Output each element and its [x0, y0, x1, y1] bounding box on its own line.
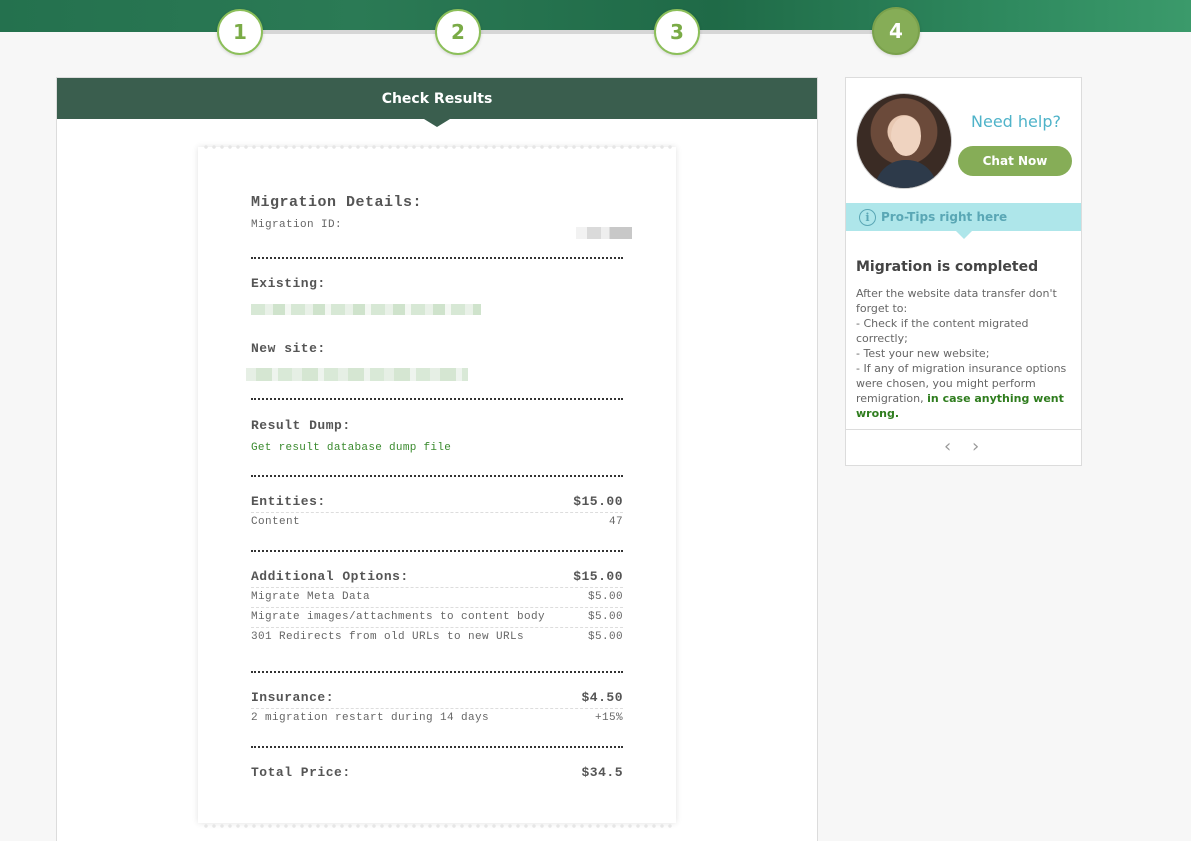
panel-title: Check Results: [381, 90, 493, 107]
top-banner: [0, 0, 1191, 32]
additional-options-header: Additional Options: $15.00: [251, 569, 623, 588]
entities-header: Entities: $15.00: [251, 494, 623, 513]
option-name: Migrate Meta Data: [251, 591, 371, 603]
divider: [251, 398, 623, 400]
step-4-active[interactable]: 4: [872, 7, 920, 55]
info-icon: i: [859, 208, 876, 226]
insurance-label: Insurance:: [251, 690, 335, 705]
divider: [251, 671, 623, 673]
insurance-name: 2 migration restart during 14 days: [251, 712, 490, 724]
insurance-total: $4.50: [581, 690, 623, 705]
additional-options-total: $15.00: [573, 569, 623, 584]
chat-now-button[interactable]: Chat Now: [958, 146, 1072, 176]
divider: [251, 475, 623, 477]
check-results-panel: Check Results Migration Details: Migrati…: [56, 77, 818, 841]
receipt: Migration Details: Migration ID: Existin…: [198, 144, 676, 829]
tips-nav-divider: [846, 429, 1081, 430]
entities-total: $15.00: [573, 494, 623, 509]
tip-line: - Test your new website;: [856, 347, 990, 360]
divider: [251, 550, 623, 552]
tip-line: After the website data transfer don't fo…: [856, 287, 1057, 315]
help-panel: Need help? Chat Now i Pro-Tips right her…: [845, 77, 1082, 466]
entity-name: Content: [251, 516, 301, 528]
chevron-left-icon[interactable]: ‹: [944, 436, 951, 457]
step-2[interactable]: 2: [435, 9, 481, 55]
pro-tips-bar: i Pro-Tips right here: [846, 203, 1081, 239]
entity-row: Content 47: [251, 513, 623, 532]
divider: [251, 257, 623, 259]
support-avatar: [856, 93, 952, 189]
entities-label: Entities:: [251, 494, 326, 509]
option-row: Migrate Meta Data $5.00: [251, 588, 623, 608]
pro-tips-label: Pro-Tips right here: [881, 210, 1008, 224]
insurance-row: 2 migration restart during 14 days +15%: [251, 709, 623, 728]
chevron-right-icon[interactable]: ›: [972, 436, 979, 457]
tip-title: Migration is completed: [856, 259, 1039, 275]
tip-line: - If any of migration insurance options …: [856, 361, 1071, 421]
option-name: Migrate images/attachments to content bo…: [251, 611, 546, 623]
insurance-value: +15%: [594, 712, 623, 724]
need-help-text: Need help?: [971, 112, 1061, 131]
panel-header: Check Results: [57, 78, 817, 127]
tip-line: - Check if the content migrated correctl…: [856, 317, 1029, 345]
option-value: $5.00: [587, 611, 623, 623]
existing-url-redacted: [251, 304, 481, 315]
total-price-label: Total Price:: [251, 765, 351, 780]
step-3[interactable]: 3: [654, 9, 700, 55]
divider: [251, 746, 623, 748]
total-price-row: Total Price: $34.5: [251, 765, 623, 780]
migration-id-redacted: [576, 227, 632, 239]
new-site-label: New site:: [251, 341, 326, 356]
existing-label: Existing:: [251, 276, 326, 291]
option-row: Migrate images/attachments to content bo…: [251, 608, 623, 628]
total-price-value: $34.5: [581, 765, 623, 780]
option-value: $5.00: [587, 591, 623, 603]
option-row: 301 Redirects from old URLs to new URLs …: [251, 628, 623, 647]
result-dump-label: Result Dump:: [251, 418, 351, 433]
step-1[interactable]: 1: [217, 9, 263, 55]
additional-options-label: Additional Options:: [251, 569, 409, 584]
tip-body: After the website data transfer don't fo…: [856, 286, 1071, 421]
progress-line: [240, 30, 900, 34]
avatar-body: [875, 160, 937, 188]
option-value: $5.00: [587, 631, 623, 643]
option-name: 301 Redirects from old URLs to new URLs: [251, 631, 525, 643]
migration-id-label: Migration ID:: [251, 219, 343, 231]
insurance-header: Insurance: $4.50: [251, 690, 623, 709]
new-site-url-redacted: [246, 368, 468, 381]
entity-value: 47: [608, 516, 623, 528]
migration-details-title: Migration Details:: [251, 194, 423, 211]
result-dump-link[interactable]: Get result database dump file: [251, 442, 623, 454]
avatar-face: [891, 116, 921, 156]
